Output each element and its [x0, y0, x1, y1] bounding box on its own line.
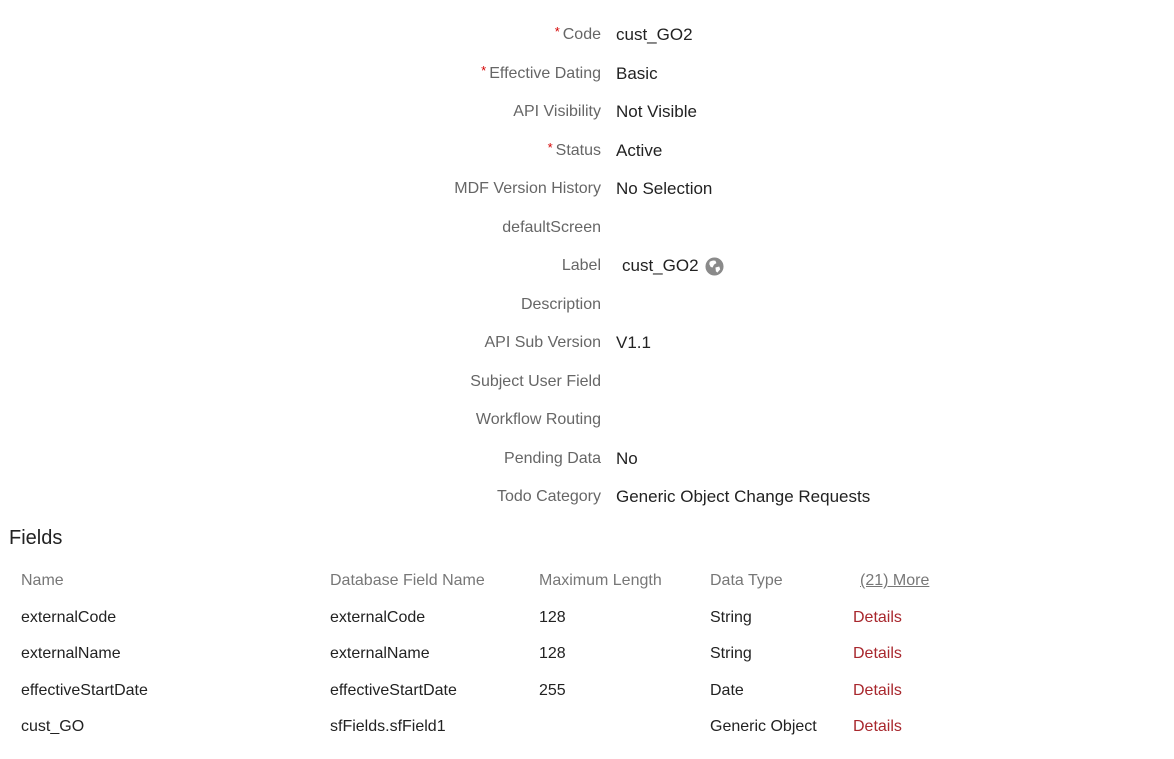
- property-row-api-visibility: API Visibility Not Visible: [0, 93, 1174, 132]
- field-name-cell: externalCode: [21, 608, 117, 626]
- property-value: V1.1: [616, 333, 651, 352]
- property-value: Not Visible: [616, 102, 697, 121]
- required-marker: *: [554, 24, 560, 39]
- property-label: Workflow Routing: [475, 411, 601, 428]
- property-row-workflow-routing: Workflow Routing: [0, 401, 1174, 440]
- property-row-api-sub-version: API Sub Version V1.1: [0, 324, 1174, 363]
- database-field-name-cell: effectiveStartDate: [330, 681, 457, 699]
- fields-section-title: Fields: [9, 527, 63, 549]
- property-row-subject-user-field: Subject User Field: [0, 363, 1174, 402]
- property-row-description: Description: [0, 286, 1174, 325]
- property-label: MDF Version History: [454, 180, 601, 197]
- property-row-label: Label cust_GO2: [0, 247, 1174, 286]
- details-link[interactable]: Details: [853, 609, 902, 627]
- field-name-cell: effectiveStartDate: [21, 681, 148, 699]
- column-header-data-type: Data Type: [710, 572, 783, 589]
- column-header-database-field-name: Database Field Name: [330, 572, 485, 589]
- details-link[interactable]: Details: [853, 718, 902, 736]
- property-label: API Sub Version: [484, 334, 601, 351]
- property-row-status: * Status Active: [0, 132, 1174, 171]
- data-type-cell: Date: [710, 681, 744, 699]
- label-value-text: cust_GO2: [622, 256, 699, 275]
- details-link[interactable]: Details: [853, 682, 902, 700]
- table-row: cust_GO sfFields.sfField1 Generic Object…: [0, 711, 1174, 748]
- data-type-cell: String: [710, 645, 752, 662]
- property-label: * Effective Dating: [481, 62, 601, 82]
- data-type-cell: String: [710, 608, 752, 626]
- database-field-name-cell: externalCode: [330, 608, 426, 626]
- property-row-effective-dating: * Effective Dating Basic: [0, 55, 1174, 94]
- maximum-length-cell: 255: [539, 681, 566, 699]
- property-value: cust_GO2: [616, 25, 693, 44]
- data-type-cell: Generic Object: [710, 718, 817, 735]
- fields-table: Name Database Field Name Maximum Length …: [0, 565, 1174, 748]
- column-header-maximum-length: Maximum Length: [539, 572, 662, 589]
- field-name-cell: cust_GO: [21, 718, 85, 735]
- property-label: Description: [520, 295, 601, 313]
- required-marker: *: [547, 139, 553, 155]
- property-label: API Visibility: [513, 103, 601, 120]
- database-field-name-cell: sfFields.sfField1: [330, 718, 446, 735]
- property-row-todo-category: Todo Category Generic Object Change Requ…: [0, 478, 1174, 517]
- property-label: * Status: [547, 139, 601, 159]
- column-header-name: Name: [21, 572, 64, 589]
- property-row-pending-data: Pending Data No: [0, 440, 1174, 479]
- details-link[interactable]: Details: [853, 645, 902, 663]
- property-value: No: [616, 448, 638, 468]
- property-row-mdf-version-history: MDF Version History No Selection: [0, 170, 1174, 209]
- maximum-length-cell: 128: [539, 645, 566, 662]
- property-value: Basic: [616, 63, 658, 83]
- property-label: Todo Category: [496, 488, 601, 505]
- property-label: Subject User Field: [470, 372, 601, 390]
- property-value: Active: [616, 140, 663, 160]
- property-row-default-screen: defaultScreen: [0, 209, 1174, 248]
- property-value: Generic Object Change Requests: [616, 487, 871, 506]
- field-name-cell: externalName: [21, 645, 121, 662]
- table-row: externalName externalName 128 String Det…: [0, 638, 1174, 675]
- table-row: externalCode externalCode 128 String Det…: [0, 602, 1174, 639]
- property-label: defaultScreen: [502, 218, 601, 236]
- database-field-name-cell: externalName: [330, 645, 430, 662]
- object-definition-properties: * Code cust_GO2 * Effective Dating Basic A…: [0, 16, 1174, 517]
- more-columns-link[interactable]: (21) More: [860, 572, 929, 590]
- property-label: Pending Data: [504, 449, 601, 467]
- table-row: effectiveStartDate effectiveStartDate 25…: [0, 675, 1174, 712]
- required-marker: *: [481, 62, 487, 78]
- property-value: cust_GO2: [622, 256, 724, 276]
- property-label: Label: [561, 257, 601, 274]
- table-header-row: Name Database Field Name Maximum Length …: [0, 565, 1174, 602]
- globe-icon[interactable]: [705, 256, 724, 276]
- maximum-length-cell: 128: [539, 608, 566, 626]
- property-value: No Selection: [616, 179, 713, 198]
- property-row-code: * Code cust_GO2: [0, 16, 1174, 55]
- property-label: * Code: [554, 24, 601, 43]
